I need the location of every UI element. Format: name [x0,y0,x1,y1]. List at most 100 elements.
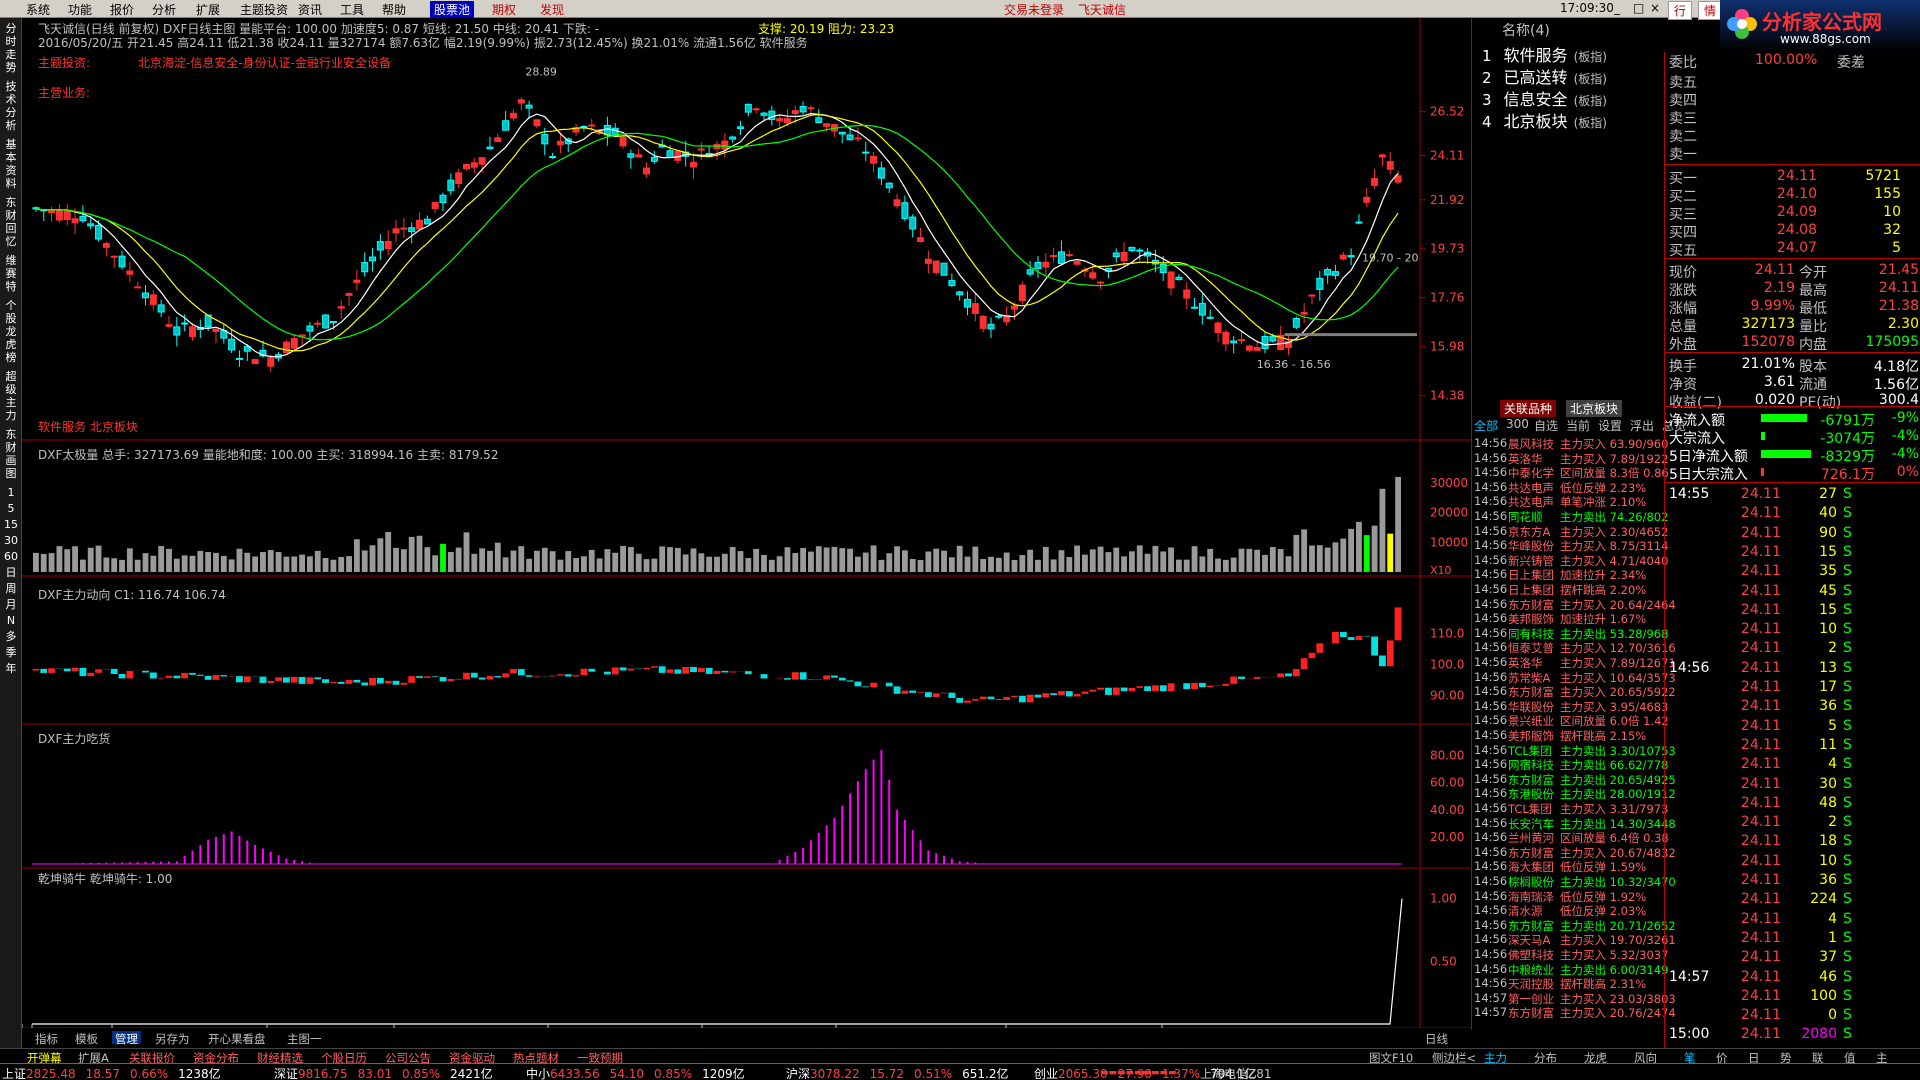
left-tool-31[interactable]: 图 [2,467,20,480]
left-tool-39[interactable]: 月 [2,598,20,611]
side-tab-5[interactable]: 风向 [1631,1050,1660,1065]
menu-item-4[interactable]: 扩展 [196,1,220,18]
sell-row-1[interactable]: 卖一 [1665,144,1920,163]
left-tool-11[interactable]: 料 [2,177,20,190]
left-tool-14[interactable]: 回 [2,222,20,235]
left-tool-19[interactable]: 个 [2,299,20,312]
left-tool-42[interactable]: 季 [2,646,20,659]
left-tool-13[interactable]: 财 [2,209,20,222]
menu-item-7[interactable]: 工具 [340,1,364,18]
side-tab-7[interactable]: 价 [1713,1050,1731,1065]
index-1[interactable]: 深证9816.75 83.01 0.85% 2421亿 [274,1065,493,1080]
menu-item-0[interactable]: 系统 [26,1,50,18]
left-tool-43[interactable]: 年 [2,662,20,675]
concept-item-3[interactable]: 4 北京板块 (板指) [1482,108,1607,132]
left-tool-24[interactable]: 超 [2,370,20,383]
indicator-tab-0[interactable]: 指标 [32,1031,61,1046]
menu-discover[interactable]: 发现 [540,1,564,18]
feature-tab-3[interactable]: 资金分布 [190,1050,242,1065]
index-3[interactable]: 沪深3078.22 15.72 0.51% 651.2亿 [786,1065,1008,1080]
left-tool-18[interactable]: 特 [2,280,20,293]
window-close-icon[interactable]: × [1650,1,1660,15]
indicator-tab-3[interactable]: 另存为 [152,1031,193,1046]
left-tool-26[interactable]: 主 [2,396,20,409]
sell-row-3[interactable]: 卖三 [1665,108,1920,127]
left-tool-20[interactable]: 股 [2,312,20,325]
left-tool-30[interactable]: 画 [2,454,20,467]
left-tool-33[interactable]: 5 [2,502,20,515]
filter-4[interactable]: 设置 [1598,417,1622,434]
left-tool-17[interactable]: 赛 [2,267,20,280]
left-tool-27[interactable]: 力 [2,409,20,422]
side-tab-1[interactable]: 侧边栏< [1429,1050,1479,1065]
side-tab-10[interactable]: 联 [1809,1050,1827,1065]
left-tool-15[interactable]: 忆 [2,235,20,248]
feature-tab-9[interactable]: 一致预期 [574,1050,626,1065]
buy-row-5[interactable]: 买五 24.07 5 [1665,240,1920,259]
feature-tab-7[interactable]: 资金驱动 [446,1050,498,1065]
feature-tab-6[interactable]: 公司公告 [382,1050,434,1065]
menu-item-6[interactable]: 资讯 [298,1,322,18]
filter-3[interactable]: 当前 [1566,417,1590,434]
indicator-tab-5[interactable]: 主图一 [284,1031,325,1046]
left-tool-23[interactable]: 榜 [2,351,20,364]
menu-options[interactable]: 期权 [492,1,516,18]
side-tab-6[interactable]: 笔 [1681,1050,1699,1065]
left-tool-8[interactable]: 基 [2,138,20,151]
left-tool-32[interactable]: 1 [2,486,20,499]
concept-item-0[interactable]: 1 软件服务 (板指) [1482,42,1607,66]
menu-item-1[interactable]: 功能 [68,1,92,18]
left-tool-37[interactable]: 日 [2,566,20,579]
window-max-icon[interactable]: □ [1633,1,1644,15]
sector-tab-1[interactable]: 北京板块 [1566,400,1623,417]
left-tool-25[interactable]: 级 [2,383,20,396]
sell-row-2[interactable]: 卖二 [1665,126,1920,145]
side-tab-4[interactable]: 龙虎 [1581,1050,1610,1065]
left-tool-3[interactable]: 势 [2,61,20,74]
buy-row-1[interactable]: 买一 24.11 5721 [1665,168,1920,187]
feature-tab-0[interactable]: 开弹幕 [24,1050,65,1065]
side-tab-11[interactable]: 值 [1841,1050,1859,1065]
concept-item-1[interactable]: 2 已高送转 (板指) [1482,64,1607,88]
left-tool-16[interactable]: 维 [2,254,20,267]
left-tool-29[interactable]: 财 [2,441,20,454]
sell-row-5[interactable]: 卖五 [1665,72,1920,91]
left-tool-36[interactable]: 60 [2,550,20,563]
trade-login-status[interactable]: 交易未登录 [1004,1,1064,18]
left-tool-34[interactable]: 15 [2,518,20,531]
feature-tab-1[interactable]: 扩展A [75,1050,112,1065]
left-tool-38[interactable]: 周 [2,582,20,595]
indicator-tab-1[interactable]: 模板 [72,1031,101,1046]
kline-chart-svg[interactable]: 26.52 24.11 21.92 19.73 17.76 15.98 14.38 28.89… [22,18,1472,1028]
left-tool-9[interactable]: 本 [2,151,20,164]
left-tool-1[interactable]: 时 [2,35,20,48]
left-tool-6[interactable]: 分 [2,106,20,119]
left-tool-10[interactable]: 资 [2,164,20,177]
left-tool-7[interactable]: 析 [2,119,20,132]
menu-item-3[interactable]: 分析 [152,1,176,18]
filter-0[interactable]: 全部 [1474,417,1498,434]
concept-item-2[interactable]: 3 信息安全 (板指) [1482,86,1607,110]
menu-item-5[interactable]: 主题投资 [240,1,288,18]
filter-2[interactable]: 自选 [1534,417,1558,434]
indicator-tab-4[interactable]: 开心果看盘 [205,1031,269,1046]
left-tool-4[interactable]: 技 [2,80,20,93]
menu-item-2[interactable]: 报价 [110,1,134,18]
index-0[interactable]: 上证2825.48 18.57 0.66% 1238亿 [2,1065,221,1080]
side-tab-9[interactable]: 势 [1777,1050,1795,1065]
side-tab-3[interactable]: 分布 [1531,1050,1560,1065]
side-tab-2[interactable]: 主力 [1481,1050,1510,1065]
left-tool-40[interactable]: N [2,614,20,627]
sector-tab-0[interactable]: 关联品种 [1500,400,1557,417]
left-tool-5[interactable]: 术 [2,93,20,106]
buy-row-2[interactable]: 买二 24.10 155 [1665,186,1920,205]
indicator-tab-2[interactable]: 管理 [112,1031,141,1046]
index-2[interactable]: 中小6433.56 54.10 0.85% 1209亿 [526,1065,745,1080]
left-tool-28[interactable]: 东 [2,428,20,441]
side-tab-8[interactable]: 日 [1745,1050,1763,1065]
left-tool-41[interactable]: 多 [2,630,20,643]
date-mode[interactable]: 日线 [1422,1031,1451,1046]
window-min-icon[interactable]: _ [1614,1,1620,15]
feature-tab-8[interactable]: 热点题材 [510,1050,562,1065]
feature-tab-4[interactable]: 财经精选 [254,1050,306,1065]
